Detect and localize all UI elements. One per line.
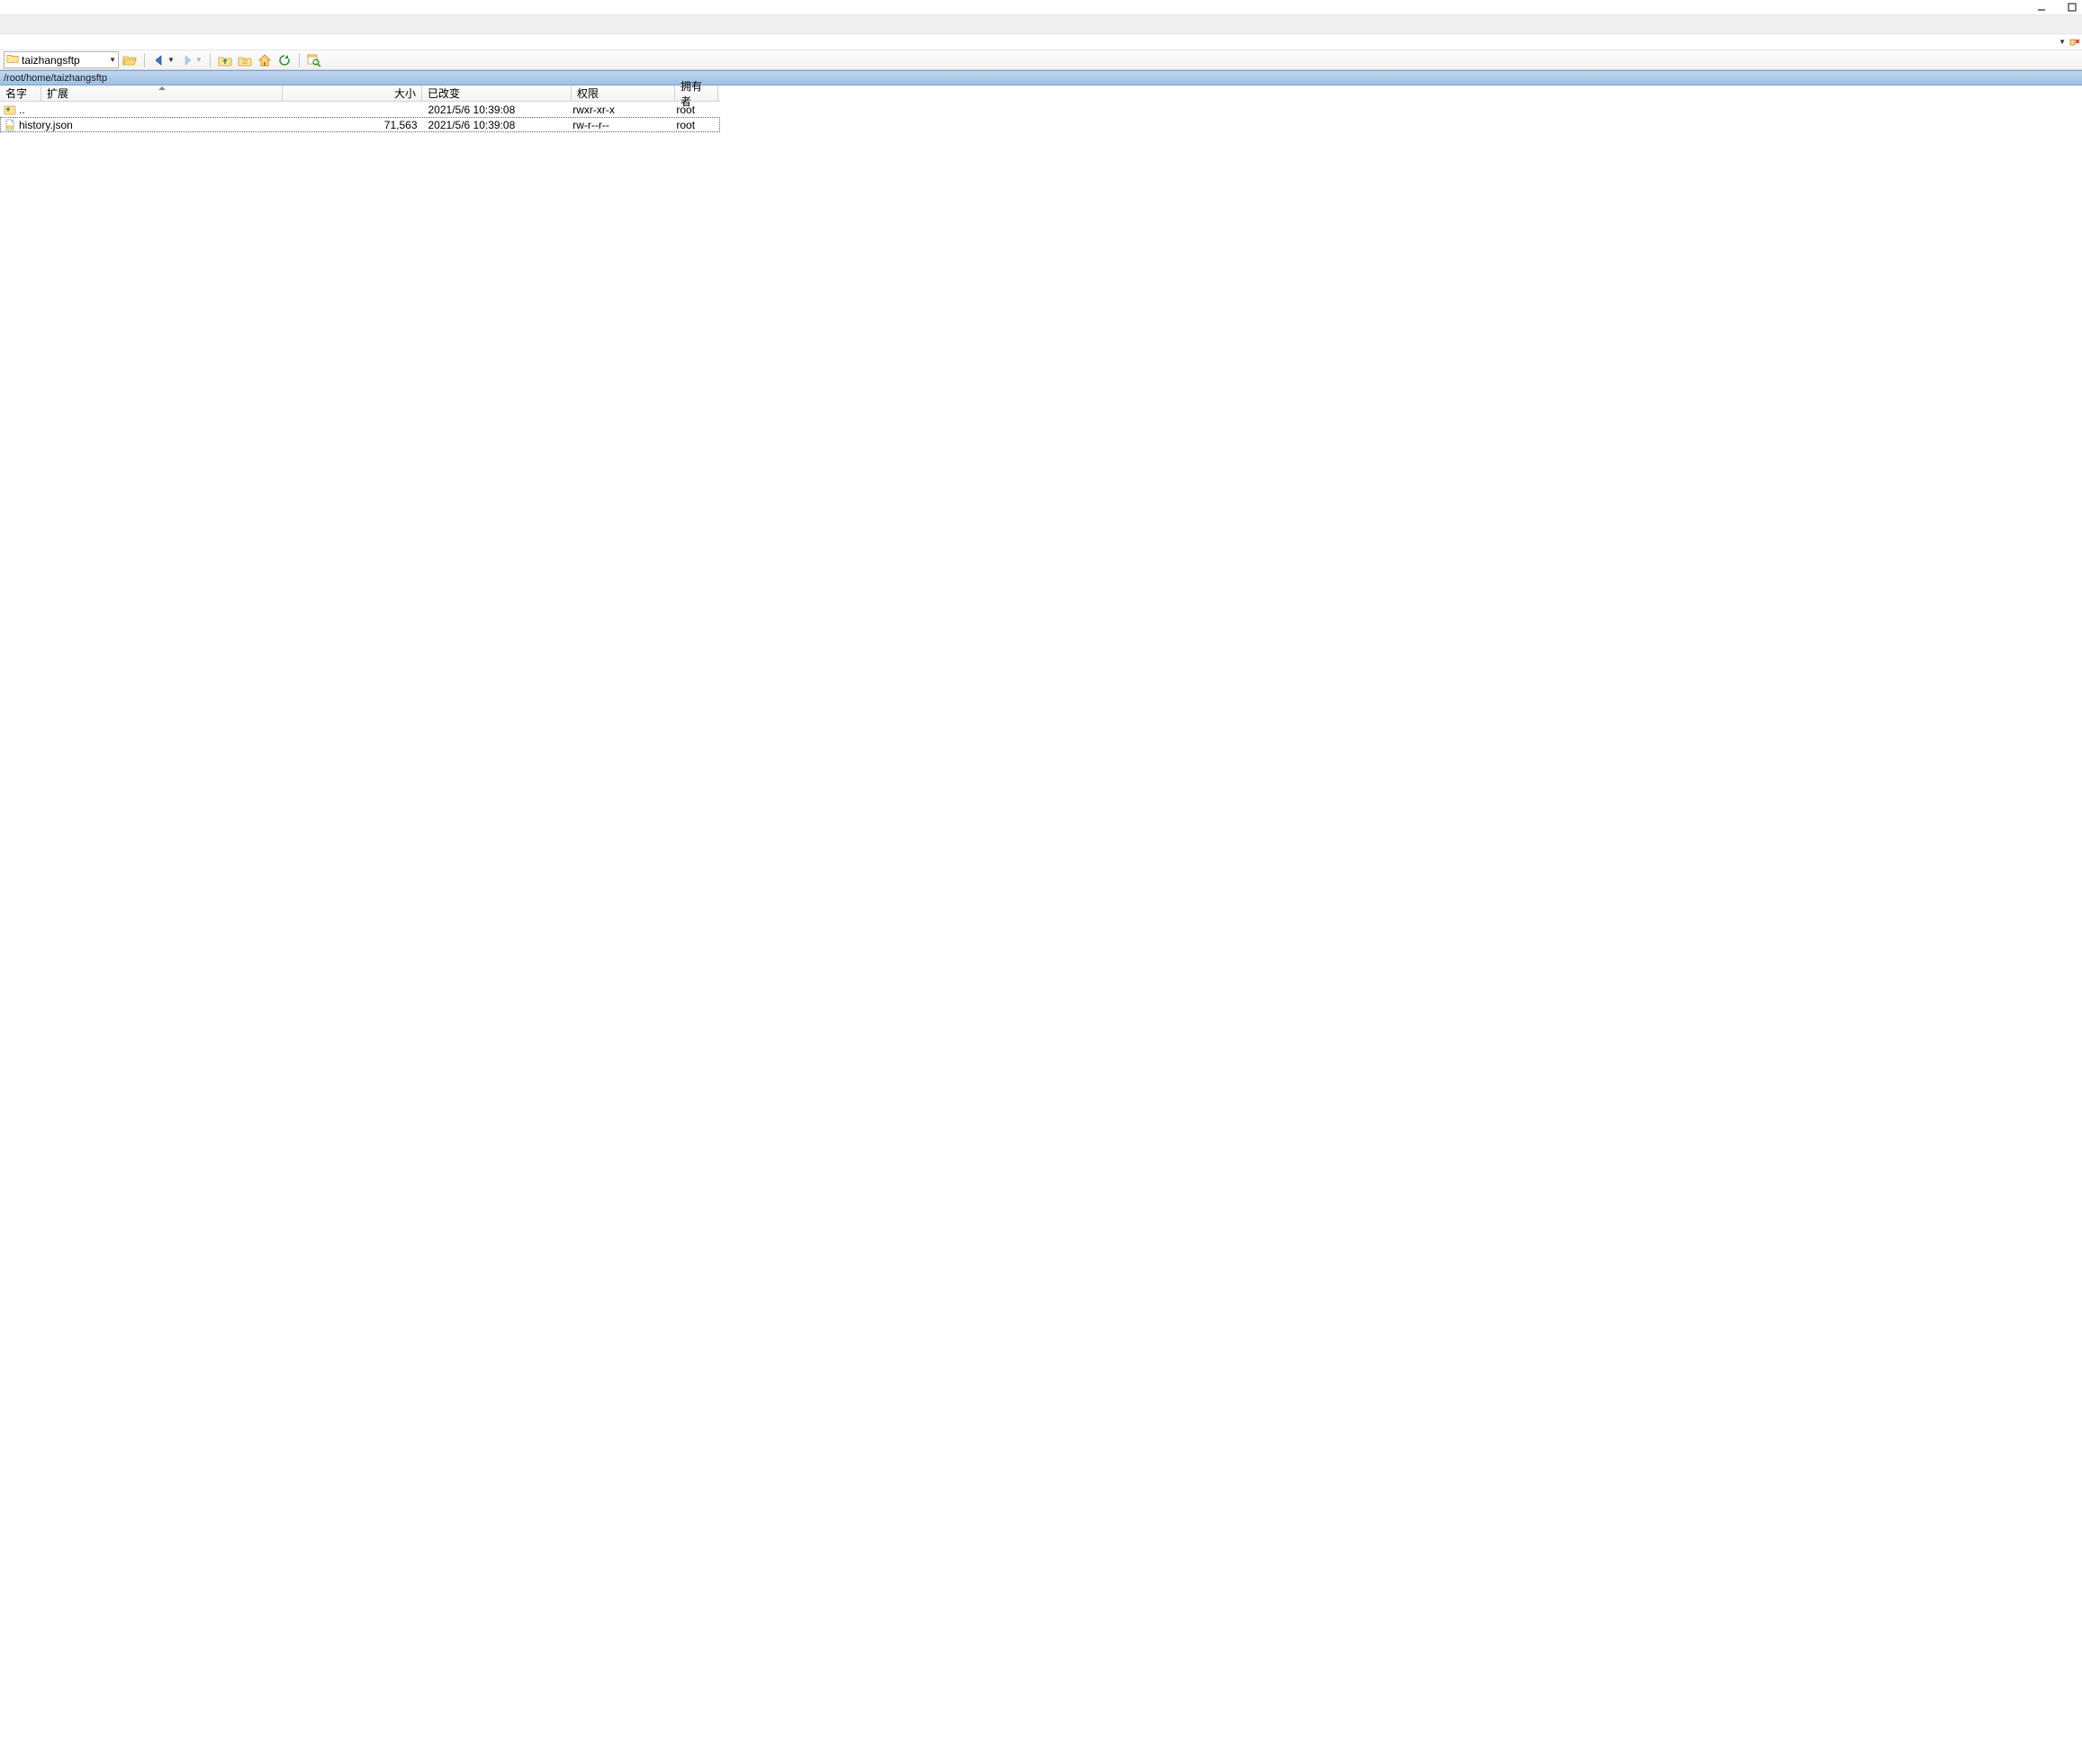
file-permissions: rw-r--r-- bbox=[571, 119, 673, 131]
column-changed[interactable]: 已改变 bbox=[422, 86, 572, 101]
file-size: 71,563 bbox=[284, 119, 423, 131]
toolbar-separator bbox=[299, 53, 300, 68]
file-changed: 2021/5/6 10:39:08 bbox=[423, 119, 572, 131]
menu-area bbox=[0, 14, 2082, 34]
back-dropdown-icon[interactable]: ▼ bbox=[167, 56, 175, 64]
panel-control-strip: ▼ bbox=[0, 34, 2082, 50]
toolbar: taizhangsftp ▼ ▼ ▼ bbox=[0, 50, 2082, 70]
back-button[interactable]: ▼ bbox=[150, 52, 176, 68]
window-titlebar bbox=[0, 0, 2082, 14]
address-combo[interactable]: taizhangsftp ▼ bbox=[4, 51, 119, 68]
column-size[interactable]: 大小 bbox=[283, 86, 422, 101]
file-permissions: rwxr-xr-x bbox=[571, 104, 673, 116]
file-json-icon bbox=[4, 119, 16, 131]
refresh-button[interactable] bbox=[275, 52, 293, 68]
minimize-button[interactable] bbox=[2035, 1, 2048, 14]
file-changed: 2021/5/6 10:39:08 bbox=[423, 104, 572, 116]
file-row[interactable]: history.json 71,563 2021/5/6 10:39:08 rw… bbox=[0, 117, 720, 132]
path-bar[interactable]: /root/home/taizhangsftp bbox=[0, 70, 2082, 86]
folder-icon bbox=[6, 52, 19, 68]
file-owner: root bbox=[673, 119, 717, 131]
file-list: 名字 扩展 大小 已改变 权限 拥有者 .. 2021/5/6 10:39:08… bbox=[0, 86, 720, 132]
forward-button[interactable]: ▼ bbox=[178, 52, 204, 68]
forward-dropdown-icon[interactable]: ▼ bbox=[195, 56, 203, 64]
toolbar-separator bbox=[144, 53, 145, 68]
file-row-parent[interactable]: .. 2021/5/6 10:39:08 rwxr-xr-x root bbox=[0, 102, 720, 117]
parent-folder-button[interactable] bbox=[216, 52, 234, 68]
column-ext[interactable]: 扩展 bbox=[41, 86, 283, 101]
toolbar-separator bbox=[210, 53, 211, 68]
file-list-header: 名字 扩展 大小 已改变 权限 拥有者 bbox=[0, 86, 720, 102]
home-button[interactable] bbox=[256, 52, 274, 68]
find-files-button[interactable] bbox=[305, 52, 323, 68]
path-text: /root/home/taizhangsftp bbox=[4, 73, 107, 84]
folder-up-icon bbox=[4, 104, 16, 116]
open-folder-button[interactable] bbox=[121, 52, 139, 68]
address-dropdown-icon[interactable]: ▼ bbox=[109, 56, 116, 64]
file-name: .. bbox=[19, 104, 284, 116]
column-name[interactable]: 名字 bbox=[0, 86, 41, 101]
file-name: history.json bbox=[19, 119, 284, 131]
column-owner[interactable]: 拥有者 bbox=[675, 86, 718, 101]
address-text: taizhangsftp bbox=[22, 54, 106, 67]
panel-dropdown-icon[interactable]: ▼ bbox=[2059, 38, 2066, 46]
disconnect-icon[interactable] bbox=[2069, 37, 2080, 48]
maximize-button[interactable] bbox=[2066, 1, 2078, 14]
root-folder-button[interactable] bbox=[236, 52, 254, 68]
column-permissions[interactable]: 权限 bbox=[572, 86, 675, 101]
